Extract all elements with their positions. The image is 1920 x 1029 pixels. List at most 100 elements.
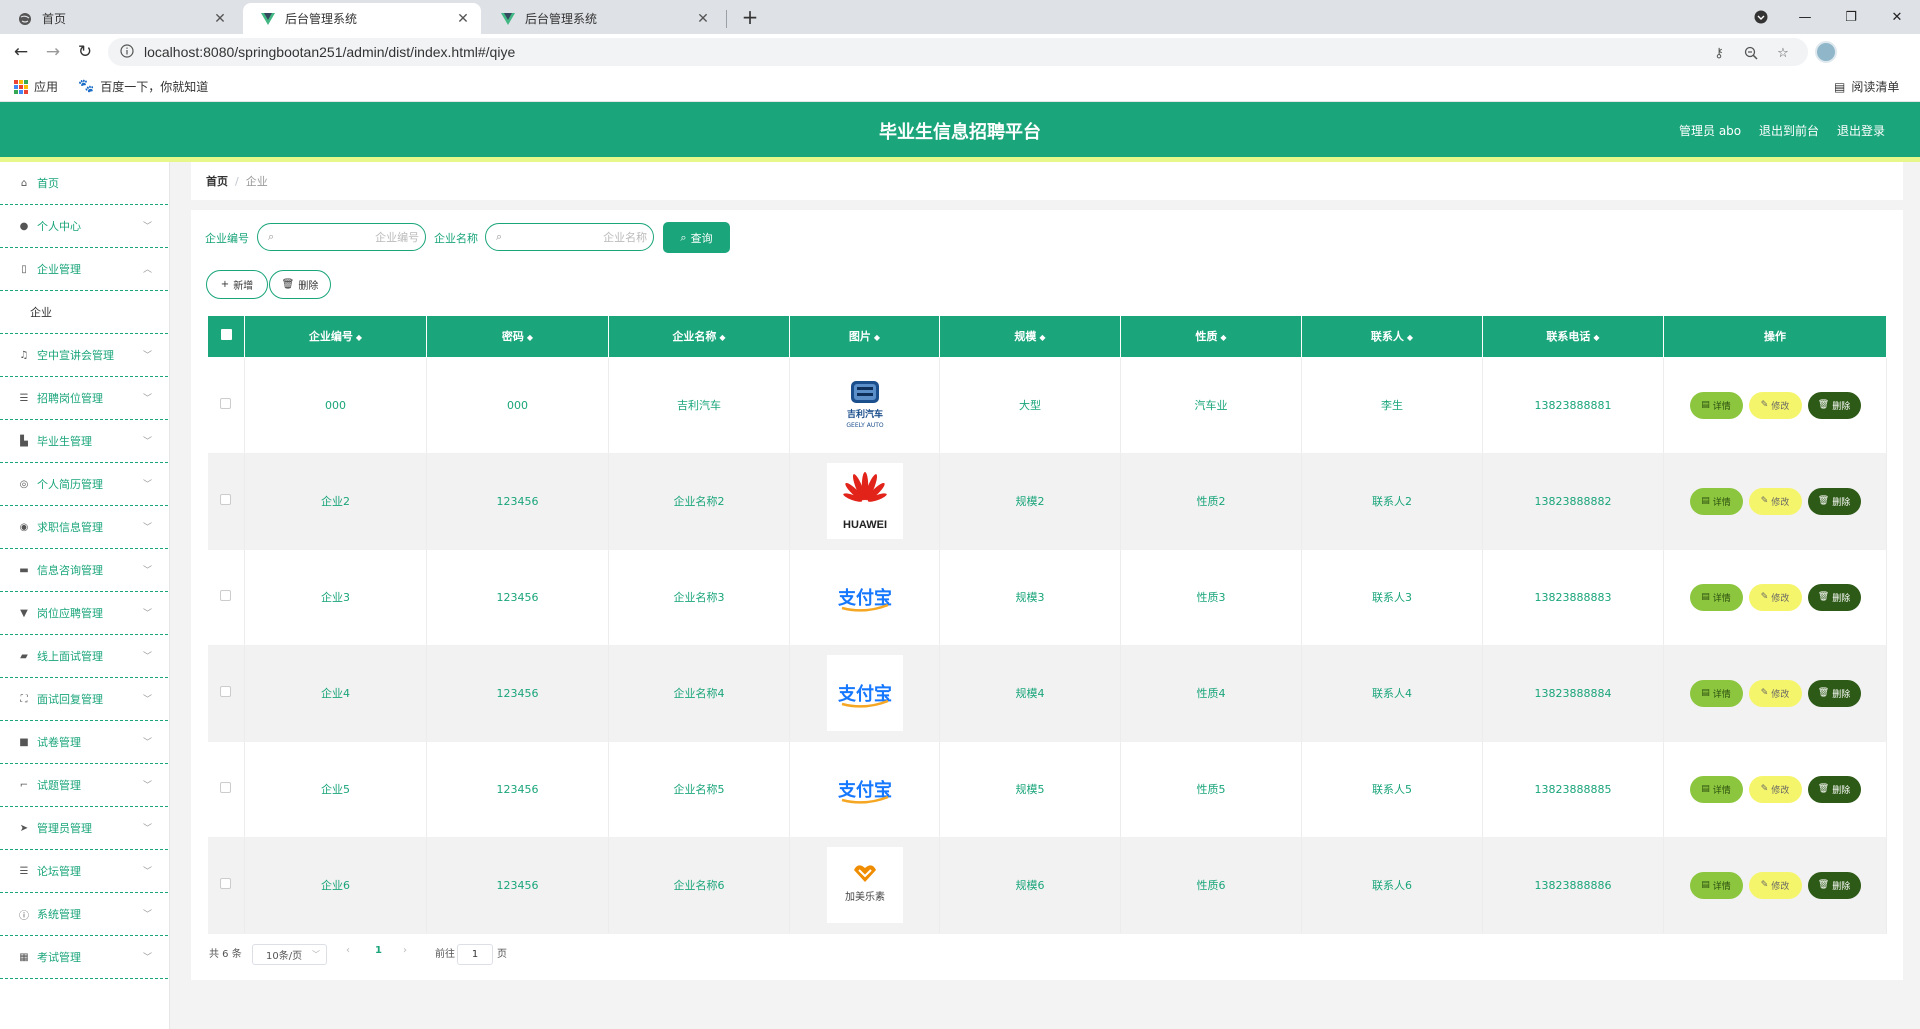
breadcrumb-home[interactable]: 首页: [206, 173, 228, 189]
jiamei-logo[interactable]: 加美乐素: [826, 847, 903, 923]
browser-tab[interactable]: 后台管理系统 ✕: [243, 3, 481, 34]
sidebar-item-graduates[interactable]: ▙ 毕业生管理 ﹀: [0, 420, 168, 463]
detail-button[interactable]: ▤ 详情: [1689, 679, 1743, 707]
select-all-header[interactable]: [207, 316, 245, 358]
company-code-field[interactable]: ⌕: [257, 223, 426, 251]
sidebar-item-job-posts[interactable]: ☰ 招聘岗位管理 ﹀: [0, 377, 168, 420]
detail-button[interactable]: ▤ 详情: [1689, 487, 1743, 515]
sidebar-item-air-seminar[interactable]: ♫ 空中宣讲会管理 ﹀: [0, 334, 168, 377]
alipay-logo[interactable]: 支付宝: [826, 559, 903, 635]
row-select-cell[interactable]: [207, 741, 245, 838]
star-icon[interactable]: ☆: [1772, 42, 1794, 64]
row-checkbox[interactable]: [220, 398, 232, 409]
sort-icon[interactable]: ◆: [356, 333, 362, 342]
page-size-select[interactable]: 10条/页 ﹀: [252, 944, 327, 965]
huawei-logo[interactable]: HUAWEI: [826, 463, 903, 539]
row-checkbox[interactable]: [220, 686, 232, 697]
sort-icon[interactable]: ◆: [719, 333, 725, 342]
bookmark-baidu[interactable]: 🐾 百度一下，你就知道: [78, 78, 208, 95]
edit-button[interactable]: ✎ 修改: [1748, 487, 1802, 515]
alipay-logo[interactable]: 支付宝: [826, 655, 903, 731]
sidebar-item-resumes[interactable]: ◎ 个人简历管理 ﹀: [0, 463, 168, 506]
bookmark-apps[interactable]: 应用: [14, 78, 58, 95]
alipay-logo[interactable]: 支付宝: [826, 751, 903, 827]
next-page-icon[interactable]: ›: [403, 945, 407, 956]
row-checkbox[interactable]: [220, 494, 232, 505]
delete-button[interactable]: 🗑 删除: [1807, 583, 1861, 611]
edit-button[interactable]: ✎ 修改: [1748, 583, 1802, 611]
sort-icon[interactable]: ◆: [874, 333, 880, 342]
detail-button[interactable]: ▤ 详情: [1689, 391, 1743, 419]
sort-icon[interactable]: ◆: [1593, 333, 1599, 342]
sidebar-item-forum[interactable]: ☰ 论坛管理 ﹀: [0, 850, 168, 893]
detail-button[interactable]: ▤ 详情: [1689, 583, 1743, 611]
prev-page-icon[interactable]: ‹: [346, 945, 350, 956]
tab-search-icon[interactable]: [1738, 0, 1784, 34]
restore-icon[interactable]: ❐: [1828, 0, 1874, 34]
reading-list[interactable]: ▤ 阅读清单: [1834, 78, 1899, 95]
sidebar-item-home[interactable]: ⌂ 首页: [0, 162, 168, 205]
edit-button[interactable]: ✎ 修改: [1748, 775, 1802, 803]
window-close-icon[interactable]: ✕: [1874, 0, 1920, 34]
row-select-cell[interactable]: [207, 645, 245, 742]
profile-avatar[interactable]: [1815, 41, 1837, 63]
row-checkbox[interactable]: [220, 878, 232, 889]
column-header[interactable]: 规模 ◆: [939, 316, 1121, 358]
page-number[interactable]: 1: [375, 945, 382, 956]
column-header[interactable]: 企业编号 ◆: [244, 316, 427, 358]
geely-logo[interactable]: 吉利汽车 GEELY AUTO: [826, 367, 903, 443]
browser-tab[interactable]: 后台管理系统 ✕: [483, 3, 721, 34]
delete-button[interactable]: 🗑 删除: [1807, 775, 1861, 803]
column-header[interactable]: 联系人 ◆: [1301, 316, 1483, 358]
sidebar-item-consulting[interactable]: ▬ 信息咨询管理 ﹀: [0, 549, 168, 592]
sidebar-item-system[interactable]: ⓘ 系统管理 ﹀: [0, 893, 168, 936]
sidebar-item-job-seeking[interactable]: ◉ 求职信息管理 ﹀: [0, 506, 168, 549]
sort-icon[interactable]: ◆: [1039, 333, 1045, 342]
delete-button[interactable]: 🗑 删除: [1807, 679, 1861, 707]
row-select-cell[interactable]: [207, 837, 245, 934]
key-icon[interactable]: ⚷: [1708, 42, 1730, 64]
batch-delete-button[interactable]: 🗑 删除: [269, 270, 331, 299]
sidebar-item-exams[interactable]: ▦ 考试管理 ﹀: [0, 936, 168, 979]
edit-button[interactable]: ✎ 修改: [1748, 871, 1802, 899]
sidebar-item-personal-center[interactable]: ● 个人中心 ﹀: [0, 205, 168, 248]
sidebar-item-online-interview[interactable]: ▰ 线上面试管理 ﹀: [0, 635, 168, 678]
column-header[interactable]: 图片 ◆: [789, 316, 940, 358]
edit-button[interactable]: ✎ 修改: [1748, 391, 1802, 419]
column-header[interactable]: 企业名称 ◆: [608, 316, 790, 358]
column-header[interactable]: 联系电话 ◆: [1482, 316, 1664, 358]
sort-icon[interactable]: ◆: [1220, 333, 1226, 342]
company-name-field[interactable]: ⌕: [485, 223, 654, 251]
goto-page-input[interactable]: 1: [457, 944, 493, 965]
sidebar-item-admins[interactable]: ➤ 管理员管理 ﹀: [0, 807, 168, 850]
column-header[interactable]: 性质 ◆: [1120, 316, 1302, 358]
query-button[interactable]: ⌕ 查询: [663, 222, 730, 253]
logout-link[interactable]: 退出登录: [1837, 122, 1885, 139]
sidebar-item-company-management[interactable]: ▯ 企业管理 ︿: [0, 248, 168, 291]
row-checkbox[interactable]: [220, 590, 232, 601]
row-select-cell[interactable]: [207, 357, 245, 454]
new-tab-icon[interactable]: +: [738, 5, 762, 29]
reload-icon[interactable]: ↻: [74, 41, 96, 63]
detail-button[interactable]: ▤ 详情: [1689, 775, 1743, 803]
row-select-cell[interactable]: [207, 549, 245, 646]
zoom-icon[interactable]: [1740, 42, 1762, 64]
forward-icon[interactable]: →: [42, 41, 64, 63]
sidebar-subitem-company[interactable]: 企业: [0, 291, 168, 334]
delete-button[interactable]: 🗑 删除: [1807, 871, 1861, 899]
minimize-icon[interactable]: —: [1782, 0, 1828, 34]
company-code-input[interactable]: [274, 230, 420, 244]
sidebar-item-papers[interactable]: ■ 试卷管理 ﹀: [0, 721, 168, 764]
edit-button[interactable]: ✎ 修改: [1748, 679, 1802, 707]
close-icon[interactable]: ✕: [212, 11, 228, 27]
detail-button[interactable]: ▤ 详情: [1689, 871, 1743, 899]
company-name-input[interactable]: [502, 230, 648, 244]
row-select-cell[interactable]: [207, 453, 245, 550]
select-all-checkbox[interactable]: [220, 329, 232, 341]
column-header[interactable]: 密码 ◆: [426, 316, 609, 358]
browser-tab[interactable]: 首页 ✕: [0, 3, 238, 34]
sort-icon[interactable]: ◆: [1407, 333, 1413, 342]
close-icon[interactable]: ✕: [455, 11, 471, 27]
back-to-front-link[interactable]: 退出到前台: [1759, 122, 1819, 139]
add-button[interactable]: + 新增: [206, 270, 268, 299]
